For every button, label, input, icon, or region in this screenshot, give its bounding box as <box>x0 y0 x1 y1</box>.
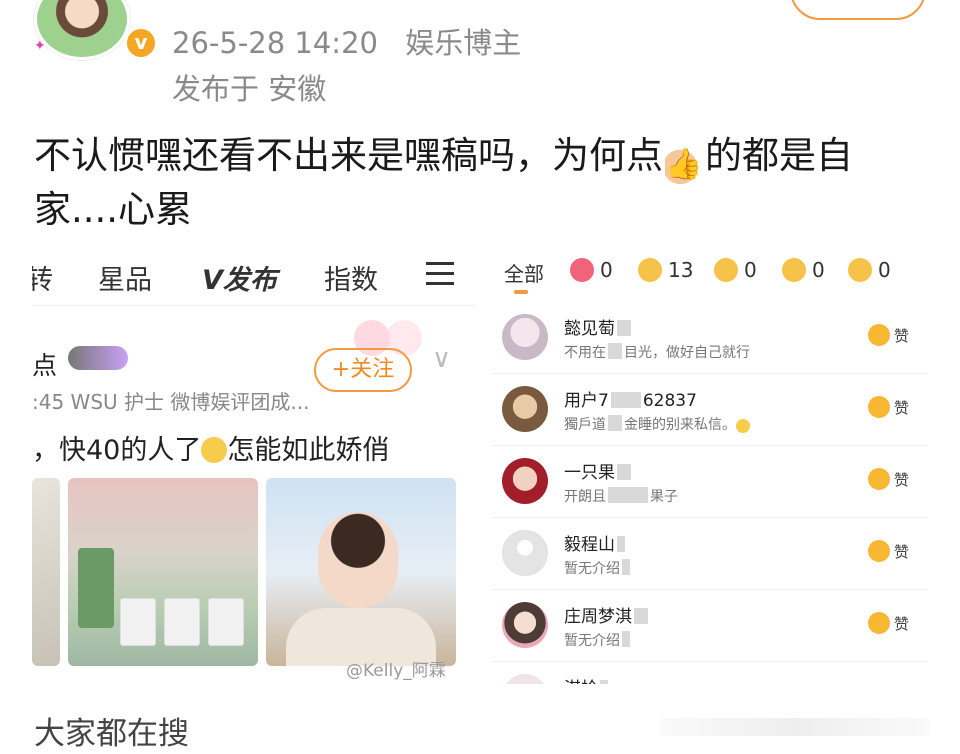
list-item[interactable]: 用户7 62837 獨戶道 金睡的别来私信。 赞 <box>492 374 928 446</box>
post-text: 不认惯嘿还看不出来是嘿稿吗，为何点👍的都是自家....心累 <box>34 130 934 236</box>
tab-item[interactable]: 转 <box>32 258 53 297</box>
like-button[interactable]: 赞 <box>868 540 909 562</box>
author-tag: 娱乐博主 <box>405 26 522 60</box>
user-bio: 暂无介绍 <box>564 558 632 578</box>
tab-item[interactable]: 星品 <box>98 258 152 297</box>
thumbs-up-icon: 👍 <box>665 146 703 184</box>
list-item[interactable]: 淇桧 <box>492 662 928 684</box>
thumbs-up-icon <box>868 324 890 346</box>
sparkle-icon: ✦ <box>34 38 46 54</box>
list-item[interactable]: 庄周梦淇 暂无介绍 赞 <box>492 590 928 662</box>
embedded-screenshot-post: 转 星品 V发布 指数 点 +关注 ∨ :45 WSU 护士 微博娱评团成...… <box>32 244 476 684</box>
post-image[interactable] <box>68 478 258 666</box>
list-item[interactable]: 一只果 开朗且 果子 赞 <box>492 446 928 518</box>
thumbs-up-icon <box>868 540 890 562</box>
embedded-text-part-2: 怎能如此娇俏 <box>227 435 390 466</box>
top-tab-bar: 转 星品 V发布 指数 <box>32 244 476 306</box>
user-bio: 獨戶道 金睡的别来私信。 <box>564 414 750 434</box>
follow-button[interactable] <box>790 0 926 20</box>
post-image[interactable] <box>32 478 60 666</box>
laugh-icon <box>714 258 738 282</box>
embedded-post-meta: :45 WSU 护士 微博娱评团成... <box>32 390 310 414</box>
author-avatar-area[interactable]: v ✦ <box>26 0 158 64</box>
user-bio: 开朗且 果子 <box>564 487 678 505</box>
user-name: 毅程山 <box>564 530 627 555</box>
drink-cup-graphic <box>78 548 114 628</box>
active-tab-indicator <box>514 290 528 294</box>
person-photo <box>318 512 398 608</box>
thumbs-up-icon <box>868 468 890 490</box>
embedded-author-name: 点 <box>32 351 58 380</box>
verified-badge-icon: v <box>124 26 158 60</box>
thumbs-up-icon <box>868 396 890 418</box>
tab-item[interactable]: 指数 <box>324 258 378 297</box>
user-bio: 不用在 目光，做好自己就行 <box>564 343 750 361</box>
photo-card-graphic <box>208 598 244 646</box>
chevron-down-icon[interactable]: ∨ <box>432 344 451 374</box>
tab-heart[interactable]: 0 <box>570 258 613 282</box>
tab-publish-logo[interactable]: V发布 <box>202 258 277 297</box>
post-image[interactable] <box>266 478 456 666</box>
tab-sad[interactable]: 0 <box>848 258 891 282</box>
user-name: 懿见萄 <box>564 314 633 339</box>
heart-icon <box>570 258 594 282</box>
post-timestamp: 26-5-28 14:20 <box>172 26 378 60</box>
photo-card-graphic <box>164 598 200 646</box>
user-bio: 暂无介绍 <box>564 630 632 650</box>
list-item[interactable]: 毅程山 暂无介绍 赞 <box>492 518 928 590</box>
list-item[interactable]: 懿见萄 不用在 目光，做好自己就行 赞 <box>492 302 928 374</box>
member-badge-icon <box>68 346 128 370</box>
user-avatar[interactable] <box>502 458 548 504</box>
post-location: 发布于 安徽 <box>172 72 327 106</box>
default-avatar-icon[interactable] <box>502 530 548 576</box>
menu-icon[interactable] <box>426 262 454 286</box>
like-button[interactable]: 赞 <box>868 468 909 490</box>
tongue-emoji-icon <box>736 419 750 433</box>
embedded-post: 点 +关注 ∨ :45 WSU 护士 微博娱评团成... ，快40的人了 怎能如此… <box>32 306 476 684</box>
user-name: 一只果 <box>564 458 633 483</box>
embedded-screenshot-likes: 全部 0 13 0 0 0 懿见萄 不用在 目光，做好自己就行 赞 用户7 6283… <box>492 244 928 684</box>
trending-search-heading[interactable]: 大家都在搜 <box>34 708 189 753</box>
author-avatar[interactable] <box>34 0 130 60</box>
image-watermark: @Kelly_阿霖 <box>346 661 446 681</box>
tab-surprised[interactable]: 0 <box>782 258 825 282</box>
user-name: 庄周梦淇 <box>564 602 650 627</box>
user-name: 淇桧 <box>564 674 610 684</box>
tab-thumbs-up[interactable]: 13 <box>638 258 693 282</box>
tab-all[interactable]: 全部 <box>504 258 544 287</box>
surprised-icon <box>782 258 806 282</box>
user-name: 用户7 62837 <box>564 391 697 411</box>
sad-icon <box>848 258 872 282</box>
like-button[interactable]: 赞 <box>868 396 909 418</box>
embedded-post-text: ，快40的人了 怎能如此娇俏 <box>32 428 389 467</box>
photo-card-graphic <box>120 598 156 646</box>
user-avatar[interactable] <box>502 602 548 648</box>
user-avatar[interactable] <box>502 674 548 684</box>
embedded-text-part-1: ，快40的人了 <box>32 435 202 466</box>
reaction-tabs: 全部 0 13 0 0 0 <box>492 244 928 300</box>
trending-search-placeholder <box>660 718 930 736</box>
like-button[interactable]: 赞 <box>868 324 909 346</box>
post-meta: 26-5-28 14:20 娱乐博主 <box>172 20 521 62</box>
post-text-part-1: 不认惯嘿还看不出来是嘿稿吗，为何点 <box>34 134 663 177</box>
like-button[interactable]: 赞 <box>868 612 909 634</box>
thumbs-up-icon <box>868 612 890 634</box>
user-avatar[interactable] <box>502 314 548 360</box>
user-avatar[interactable] <box>502 386 548 432</box>
grin-emoji-icon <box>201 437 228 463</box>
embedded-follow-button[interactable]: +关注 <box>314 348 412 392</box>
thumbs-up-icon <box>638 258 662 282</box>
tab-laugh[interactable]: 0 <box>714 258 757 282</box>
